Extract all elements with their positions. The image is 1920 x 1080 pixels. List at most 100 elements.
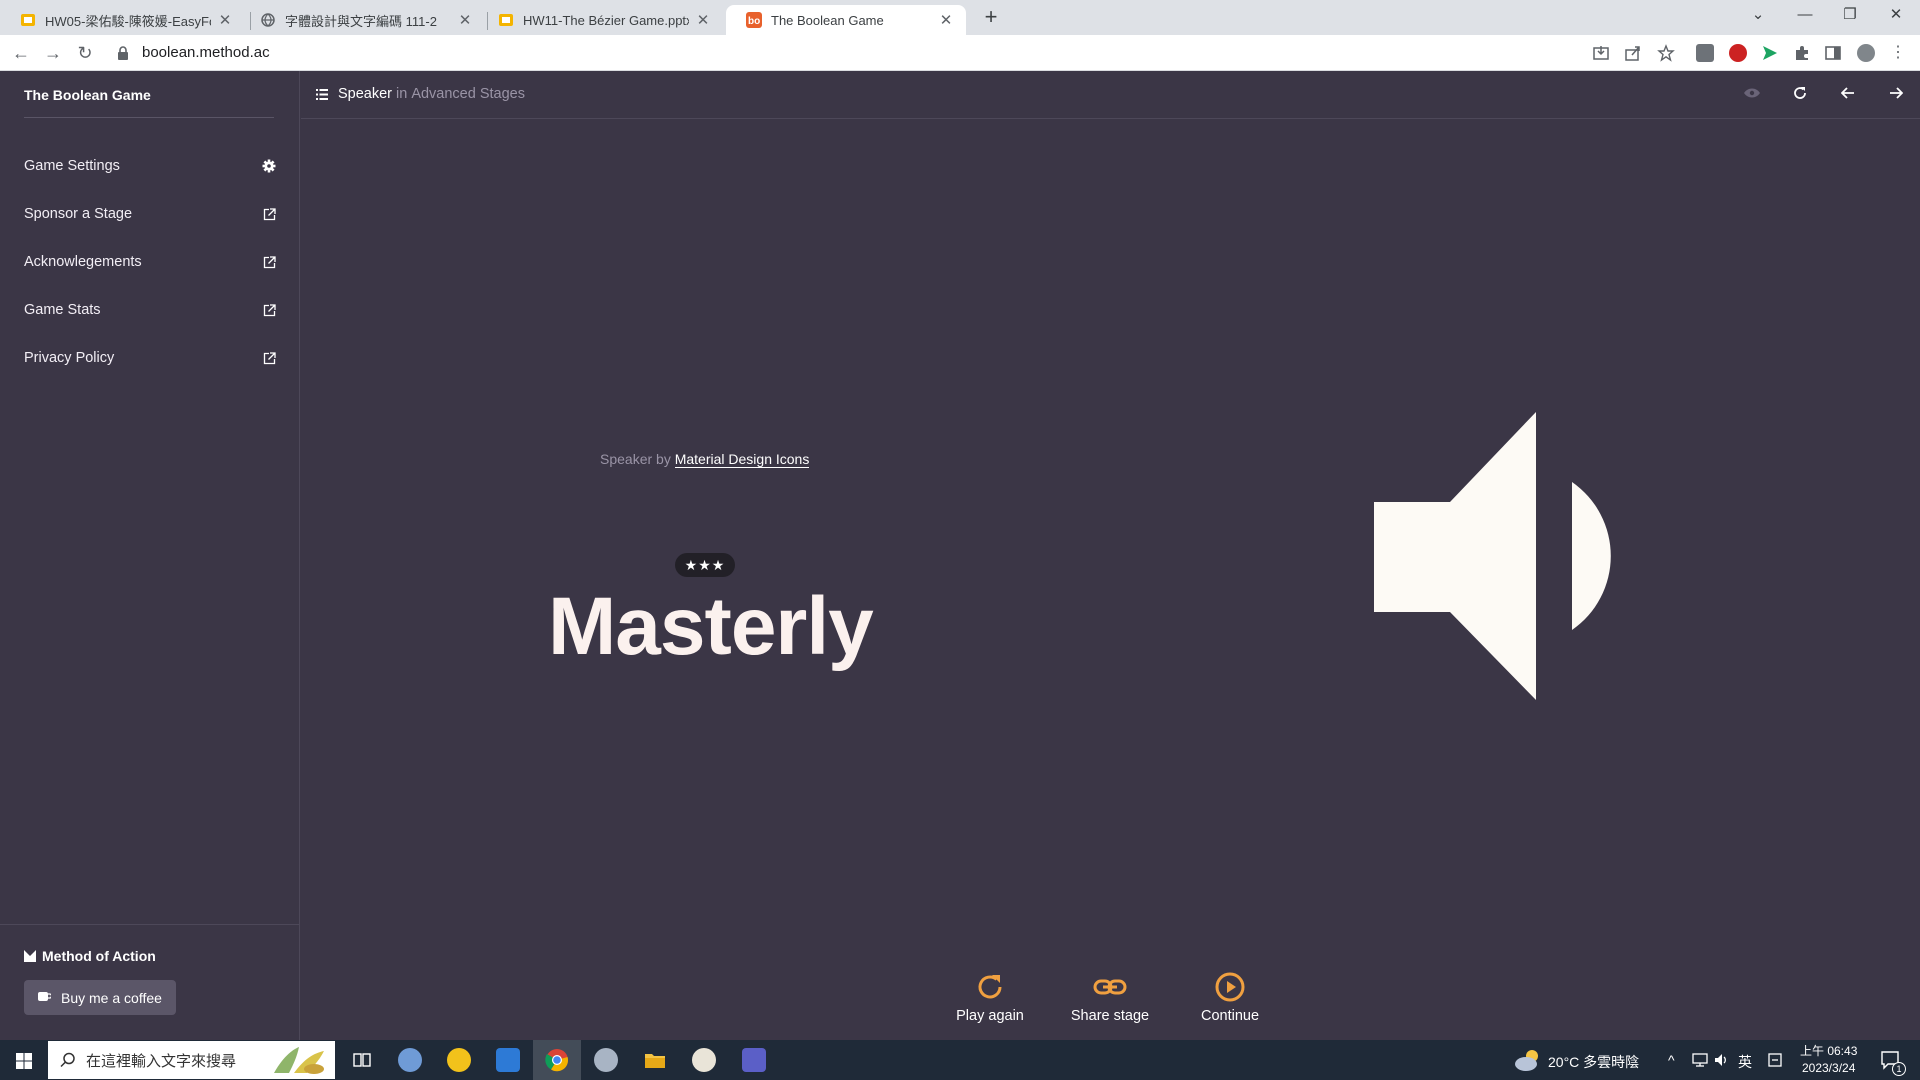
next-stage-arrow-icon[interactable] (1886, 83, 1906, 103)
task-view-icon[interactable] (350, 1048, 374, 1072)
taskbar-search[interactable]: 在這裡輸入文字來搜尋 (48, 1041, 335, 1079)
external-link-icon (262, 303, 276, 317)
speaker-icon (1374, 412, 1611, 700)
replay-icon (978, 975, 1002, 999)
window-close-button[interactable]: ✕ (1876, 3, 1916, 27)
extension-yab-icon[interactable] (1729, 44, 1747, 62)
credit-link[interactable]: Material Design Icons (674, 451, 810, 468)
tab-title: 字體設計與文字編碼 111-2 (285, 13, 437, 29)
clock[interactable]: 上午 06:43 2023/3/24 (1800, 1043, 1857, 1077)
chrome-icon[interactable] (545, 1048, 569, 1072)
tray-chevron-icon[interactable]: ^ (1668, 1052, 1675, 1068)
tab-hw11[interactable]: HW11-The Bézier Game.pptx - ✕ (478, 5, 723, 35)
restart-icon[interactable] (1790, 83, 1810, 103)
buy-coffee-button[interactable]: Buy me a coffee (24, 980, 176, 1015)
close-icon[interactable]: ✕ (695, 11, 711, 29)
install-icon[interactable] (1592, 44, 1610, 62)
preview-eye-icon[interactable] (1742, 83, 1762, 103)
forward-button[interactable]: → (41, 41, 65, 65)
store-app-icon[interactable] (496, 1048, 520, 1072)
file-explorer-icon[interactable] (643, 1048, 667, 1072)
coffee-cup-icon (38, 992, 51, 1001)
close-icon[interactable]: ✕ (457, 11, 473, 29)
tab-title: HW11-The Bézier Game.pptx - (523, 12, 689, 28)
extensions-puzzle-icon[interactable] (1793, 44, 1811, 62)
external-link-icon (262, 207, 276, 221)
tab-boolean-game[interactable]: bo The Boolean Game ✕ (726, 5, 966, 35)
app-icon[interactable] (692, 1048, 716, 1072)
ime-mode-icon[interactable] (1768, 1053, 1782, 1067)
share-stage-button[interactable]: Share stage (1060, 972, 1160, 1024)
sidebar-item-game-settings[interactable]: Game Settings (24, 154, 276, 178)
reload-button[interactable]: ↻ (73, 41, 97, 65)
lock-icon (118, 46, 128, 60)
slides-icon (20, 12, 36, 28)
rating-title: Masterly (548, 581, 874, 672)
sidebar-item-label: Privacy Policy (24, 350, 115, 366)
windows-start-icon[interactable] (16, 1053, 32, 1069)
globe-icon (260, 12, 276, 28)
play-again-button[interactable]: Play again (940, 972, 1040, 1024)
minimize-button[interactable]: — (1785, 3, 1825, 27)
weather-cloud-icon (1515, 1050, 1538, 1071)
breadcrumb-separator: in (396, 86, 408, 102)
taskbar: 在這裡輸入文字來搜尋 20°C 多雲時陰 ^ 英 上午 06:43 2023/3… (0, 1040, 1920, 1080)
brand-title[interactable]: The Boolean Game (24, 87, 151, 103)
search-highlight-image (274, 1047, 324, 1074)
breadcrumb[interactable]: Speaker in Advanced Stages (316, 86, 525, 102)
extension-chat-icon[interactable] (1696, 44, 1714, 62)
tab-title: The Boolean Game (771, 12, 884, 28)
icon-credit: Speaker by Material Design Icons (600, 451, 810, 468)
bookmark-star-icon[interactable] (1657, 44, 1675, 62)
tab-font-course[interactable]: 字體設計與文字編碼 111-2 ✕ (240, 5, 485, 35)
method-of-action-link[interactable]: Method of Action (24, 948, 156, 964)
sidebar-item-label: Acknowlegements (24, 254, 142, 270)
method-of-action-logo-icon (24, 950, 36, 962)
side-panel-icon[interactable] (1824, 44, 1842, 62)
play-circle-icon (1215, 972, 1245, 1002)
share-icon[interactable] (1624, 44, 1642, 62)
extension-send-icon[interactable] (1761, 44, 1779, 62)
close-icon[interactable]: ✕ (217, 11, 233, 29)
new-tab-button[interactable]: + (977, 6, 1005, 28)
search-icon (60, 1052, 75, 1068)
sidebar-item-sponsor[interactable]: Sponsor a Stage (24, 202, 276, 226)
network-icon[interactable] (1692, 1053, 1708, 1067)
action-label: Play again (956, 1008, 1024, 1024)
action-label: Continue (1200, 1008, 1260, 1024)
close-icon[interactable]: ✕ (938, 11, 954, 29)
external-link-icon (262, 351, 276, 365)
tab-hw05[interactable]: HW05-梁佑駿-陳筱媛-EasyFont ✕ (0, 5, 245, 35)
link-icon (1093, 979, 1127, 995)
credit-prefix: Speaker by (600, 451, 671, 467)
paint-app-icon[interactable] (398, 1048, 422, 1072)
browser-menu-button[interactable]: ⋮ (1886, 41, 1910, 65)
sidebar-item-acknowlegements[interactable]: Acknowlegements (24, 250, 276, 274)
ime-indicator[interactable]: 英 (1738, 1052, 1752, 1072)
clock-time: 上午 06:43 (1800, 1044, 1858, 1058)
volume-icon[interactable] (1714, 1053, 1730, 1067)
url-field[interactable]: boolean.method.ac (142, 44, 270, 61)
photos-app-icon[interactable] (594, 1048, 618, 1072)
browser-tab-bar: HW05-梁佑駿-陳筱媛-EasyFont ✕ 字體設計與文字編碼 111-2 … (0, 0, 1920, 35)
coffee-label: Buy me a coffee (61, 989, 162, 1006)
weather-text[interactable]: 20°C 多雲時陰 (1548, 1052, 1639, 1072)
previous-stage-arrow-icon[interactable] (1838, 83, 1858, 103)
stage-name: Speaker (338, 86, 393, 102)
restore-button[interactable]: ❐ (1830, 3, 1870, 27)
profile-avatar-icon[interactable] (1857, 44, 1875, 62)
divider (24, 117, 274, 118)
sidebar: The Boolean Game Game Settings Sponsor a… (0, 71, 300, 1040)
back-button[interactable]: ← (9, 41, 33, 65)
notes-app-icon[interactable] (447, 1048, 471, 1072)
star-rating-badge: ★★★ (675, 553, 735, 577)
notification-count-badge: 1 (1892, 1062, 1906, 1076)
continue-button[interactable]: Continue (1180, 972, 1280, 1024)
sidebar-item-privacy-policy[interactable]: Privacy Policy (24, 346, 276, 370)
tab-search-button[interactable]: ⌄ (1738, 3, 1778, 27)
org-name: Method of Action (42, 948, 156, 964)
bo-icon: bo (746, 12, 762, 28)
teams-icon[interactable] (742, 1048, 766, 1072)
sidebar-item-label: Game Settings (24, 158, 120, 174)
sidebar-item-game-stats[interactable]: Game Stats (24, 298, 276, 322)
